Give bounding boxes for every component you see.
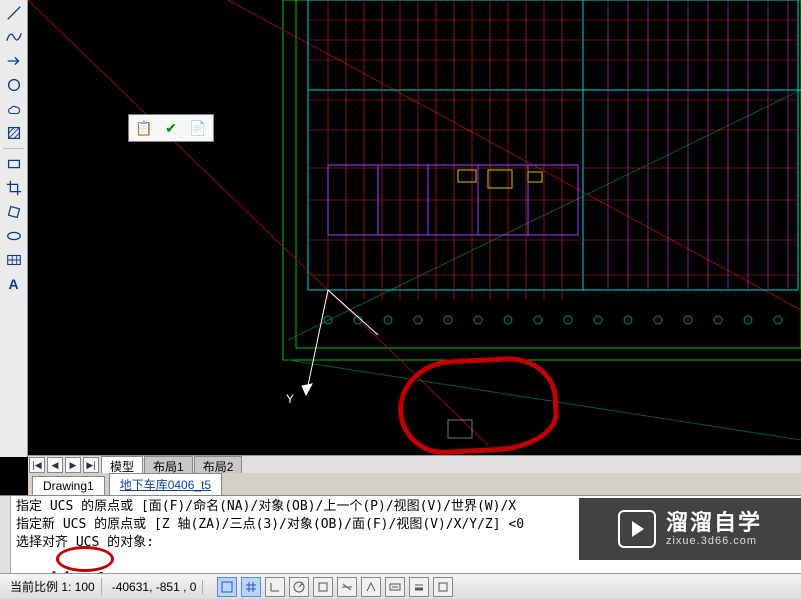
- crop-tool-icon[interactable]: [3, 177, 25, 199]
- osnap-toggle-icon[interactable]: [313, 577, 333, 597]
- tab-nav-next-icon[interactable]: ▶: [65, 457, 81, 473]
- status-scale: 当前比例 1: 100: [4, 578, 102, 595]
- file-tab-drawing1[interactable]: Drawing1: [32, 476, 105, 495]
- check-icon[interactable]: ✔: [165, 120, 177, 137]
- file-tabs-row: Drawing1 地下车库0406_t5: [28, 473, 801, 496]
- arrow-tool-icon[interactable]: [3, 50, 25, 72]
- toolbar-separator: [3, 148, 25, 149]
- tab-nav-last-icon[interactable]: ▶|: [83, 457, 99, 473]
- ortho-toggle-icon[interactable]: [265, 577, 285, 597]
- watermark-url: zixue.3d66.com: [666, 535, 757, 548]
- watermark-badge: 溜溜自学 zixue.3d66.com: [579, 498, 801, 560]
- tab-nav-first-icon[interactable]: |◀: [29, 457, 45, 473]
- otrack-toggle-icon[interactable]: [337, 577, 357, 597]
- layout-tabs-row: |◀ ◀ ▶ ▶| 模型 布局1 布局2: [28, 455, 801, 475]
- status-bar: 当前比例 1: 100 -40631, -851 , 0: [0, 573, 801, 599]
- floating-check-toolbar[interactable]: 📋 ✔ 📄: [128, 114, 214, 142]
- line-tool-icon[interactable]: [3, 2, 25, 24]
- file-tab-underground[interactable]: 地下车库0406_t5: [109, 473, 222, 495]
- revcloud-tool-icon[interactable]: [3, 98, 25, 120]
- drawing-canvas[interactable]: Y 📋 ✔ 📄: [28, 0, 801, 455]
- snap-toggle-icon[interactable]: [217, 577, 237, 597]
- spline-tool-icon[interactable]: [3, 26, 25, 48]
- dynamic-ucs-toggle-icon[interactable]: [361, 577, 381, 597]
- polar-toggle-icon[interactable]: [289, 577, 309, 597]
- tab-nav-prev-icon[interactable]: ◀: [47, 457, 63, 473]
- table-tool-icon[interactable]: [3, 249, 25, 271]
- rotated-rect-tool-icon[interactable]: [3, 201, 25, 223]
- rectangle-tool-icon[interactable]: [3, 153, 25, 175]
- ucs-y-label: Y: [286, 392, 294, 406]
- play-icon: [618, 510, 656, 548]
- cmd-history-line: 指定 UCS 的原点或 [面(F)/命名(NA)/对象(OB)/上一个(P)/视…: [16, 499, 516, 514]
- grid-toggle-icon[interactable]: [241, 577, 261, 597]
- text-tool-icon[interactable]: A: [3, 273, 25, 295]
- drawing-content: [28, 0, 801, 455]
- model-toggle-icon[interactable]: [433, 577, 453, 597]
- ellipse-tool-icon[interactable]: [3, 225, 25, 247]
- watermark-title: 溜溜自学: [666, 510, 762, 535]
- clipboard-copy-icon[interactable]: 📄: [189, 120, 206, 137]
- clipboard-check-icon[interactable]: 📋: [135, 120, 152, 137]
- circle-tool-icon[interactable]: [3, 74, 25, 96]
- status-coordinates[interactable]: -40631, -851 , 0: [106, 580, 204, 594]
- command-grip[interactable]: [0, 496, 11, 573]
- left-toolbar: A: [0, 0, 28, 457]
- hatch-fill-tool-icon[interactable]: [3, 122, 25, 144]
- lineweight-toggle-icon[interactable]: [409, 577, 429, 597]
- dyn-input-toggle-icon[interactable]: [385, 577, 405, 597]
